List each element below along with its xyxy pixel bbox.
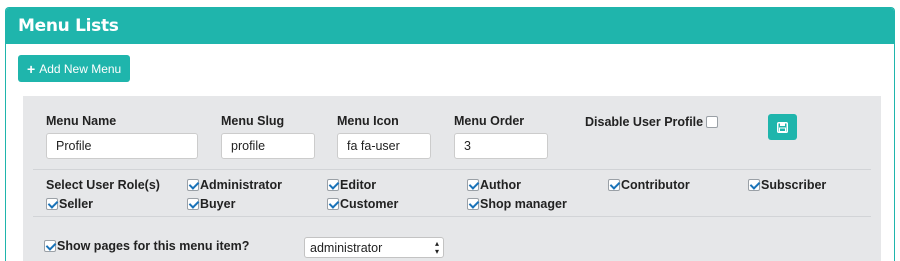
show-pages-option[interactable]: Show pages for this menu item? <box>44 239 249 253</box>
role-select-value: administrator <box>310 240 383 255</box>
role-subscriber[interactable]: Subscriber <box>748 178 826 192</box>
panel-title: Menu Lists <box>18 16 119 36</box>
role-shop-manager[interactable]: Shop manager <box>467 197 567 211</box>
role-label: Contributor <box>621 178 690 192</box>
user-roles-label: Select User Role(s) <box>46 178 160 192</box>
add-new-menu-label: Add New Menu <box>39 61 122 76</box>
show-pages-checkbox[interactable] <box>44 240 56 252</box>
role-checkbox[interactable] <box>467 179 479 191</box>
role-checkbox[interactable] <box>187 198 199 210</box>
role-checkbox[interactable] <box>327 198 339 210</box>
role-customer[interactable]: Customer <box>327 197 398 211</box>
role-author[interactable]: Author <box>467 178 521 192</box>
disable-user-profile-label: Disable User Profile <box>585 115 704 129</box>
menu-name-label: Menu Name <box>46 114 117 128</box>
role-checkbox[interactable] <box>608 179 620 191</box>
menu-slug-label: Menu Slug <box>221 114 285 128</box>
role-seller[interactable]: Seller <box>46 197 93 211</box>
divider-bottom <box>33 216 871 217</box>
role-label: Seller <box>59 197 94 211</box>
role-label: Customer <box>340 197 399 211</box>
role-label: Editor <box>340 178 377 192</box>
role-select[interactable]: administrator ▴ ▾ <box>304 237 444 258</box>
role-label: Shop manager <box>480 197 567 211</box>
select-arrows-icon: ▴ ▾ <box>434 238 439 256</box>
role-label: Buyer <box>200 197 236 211</box>
menu-order-label: Menu Order <box>454 114 525 128</box>
show-pages-label: Show pages for this menu item? <box>57 239 250 253</box>
role-administrator[interactable]: Administrator <box>187 178 282 192</box>
role-label: Author <box>480 178 521 192</box>
role-checkbox[interactable] <box>46 198 58 210</box>
save-button[interactable] <box>768 114 797 140</box>
role-label: Administrator <box>200 178 282 192</box>
menu-name-input[interactable] <box>46 133 198 159</box>
add-new-menu-button[interactable]: + Add New Menu <box>18 55 131 82</box>
menu-slug-input[interactable] <box>221 133 315 159</box>
floppy-disk-icon <box>777 121 788 133</box>
role-checkbox[interactable] <box>467 198 479 210</box>
role-checkbox[interactable] <box>187 179 199 191</box>
role-buyer[interactable]: Buyer <box>187 197 235 211</box>
menu-item-form: Menu Name Menu Slug Menu Icon Menu Order… <box>23 96 881 261</box>
menu-icon-input[interactable] <box>337 133 431 159</box>
role-checkbox[interactable] <box>327 179 339 191</box>
role-editor[interactable]: Editor <box>327 178 376 192</box>
menu-order-input[interactable] <box>454 133 548 159</box>
role-label: Subscriber <box>761 178 827 192</box>
disable-user-profile-checkbox[interactable] <box>706 116 719 128</box>
panel-header: Menu Lists <box>6 8 894 44</box>
plus-icon: + <box>27 60 36 77</box>
divider-top <box>33 169 871 170</box>
role-contributor[interactable]: Contributor <box>608 178 690 192</box>
role-checkbox[interactable] <box>748 179 760 191</box>
menu-icon-label: Menu Icon <box>337 114 399 128</box>
disable-user-profile-option: Disable User Profile <box>585 115 719 129</box>
menu-lists-panel: Menu Lists + Add New Menu Menu Name Menu… <box>5 7 895 261</box>
